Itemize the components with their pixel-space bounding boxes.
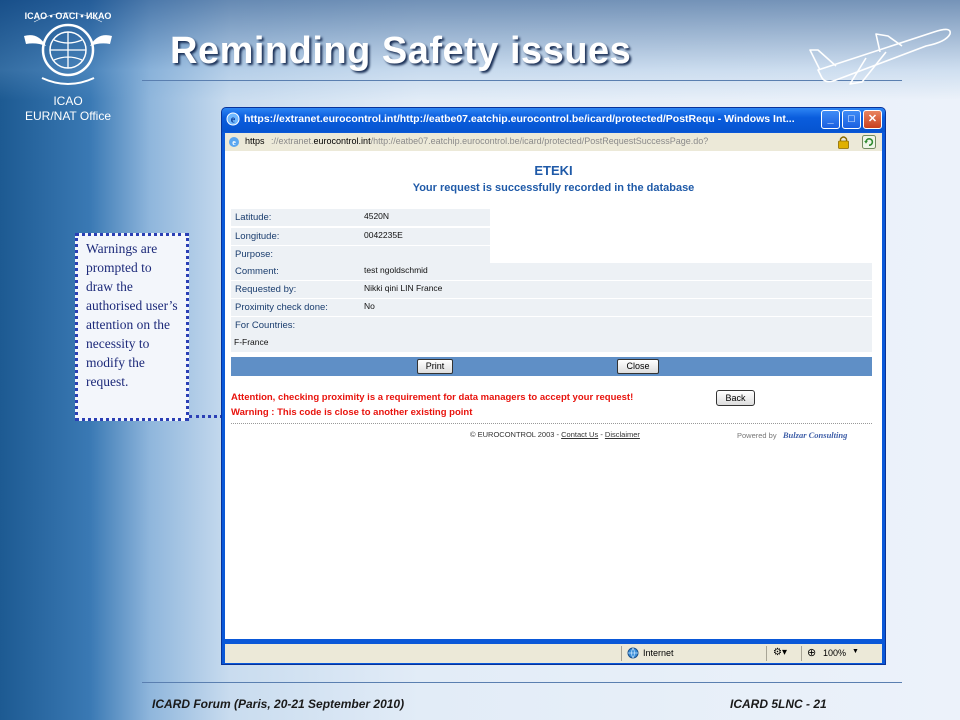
field-row-purpose: Purpose: <box>231 246 490 263</box>
print-button[interactable]: Print <box>417 359 453 374</box>
chevron-down-icon[interactable]: ▼ <box>852 648 859 655</box>
page-icon: e <box>229 137 239 147</box>
field-value: Nikki qini LIN France <box>364 283 443 293</box>
zone-label: Internet <box>643 648 674 658</box>
footer-divider <box>231 423 872 424</box>
field-row-comment: Comment: test ngoldschmid <box>231 263 872 280</box>
maximize-button[interactable]: □ <box>842 110 861 129</box>
address-bar[interactable]: e https ://extranet.eurocontrol.int/http… <box>225 133 882 151</box>
org-label: ICAO EUR/NAT Office <box>8 94 128 124</box>
powered-by-label: Powered by <box>737 431 777 440</box>
field-row-countries: For Countries: F-France <box>231 317 872 352</box>
minimize-button[interactable]: _ <box>821 110 840 129</box>
status-separator <box>621 646 622 661</box>
page-content: ETEKI Your request is successfully recor… <box>225 151 882 639</box>
globe-icon <box>627 647 639 659</box>
field-value: 0042235E <box>364 230 403 240</box>
field-row-proximity: Proximity check done: No <box>231 299 872 316</box>
warning-message: Warning : This code is close to another … <box>231 407 473 418</box>
warning-callout: Warnings are prompted to draw the author… <box>75 233 189 421</box>
field-label: Purpose: <box>235 249 274 260</box>
field-label: Comment: <box>235 266 279 277</box>
zoom-level[interactable]: 100% <box>823 648 846 658</box>
footer-divider-line <box>142 682 902 683</box>
field-value: F-France <box>234 337 269 347</box>
callout-connector <box>189 415 223 418</box>
field-row-requested-by: Requested by: Nikki qini LIN France <box>231 281 872 298</box>
field-label: Requested by: <box>235 284 297 295</box>
svg-text:e: e <box>231 115 236 126</box>
field-label: Latitude: <box>235 212 272 223</box>
close-window-button[interactable]: ✕ <box>863 110 882 129</box>
success-message: Your request is successfully recorded in… <box>412 182 695 194</box>
status-separator <box>801 646 802 661</box>
back-button[interactable]: Back <box>716 390 755 406</box>
powered-by-company[interactable]: Bulzar Consulting <box>783 430 848 440</box>
field-value: test ngoldschmid <box>364 265 428 275</box>
svg-text:e: e <box>232 138 236 147</box>
slide-footer-left: ICARD Forum (Paris, 20-21 September 2010… <box>152 697 405 711</box>
org-line-1: ICAO <box>53 94 83 108</box>
field-value: No <box>364 301 375 311</box>
copyright-text: © EUROCONTROL 2003 - <box>470 430 560 439</box>
title-divider <box>142 80 902 81</box>
page-heading: ETEKI <box>534 163 573 178</box>
button-bar: Print Close <box>231 357 872 376</box>
airplane-icon <box>809 28 951 85</box>
address-prefix: ://extranet. <box>271 136 314 146</box>
copyright-footer: © EUROCONTROL 2003 - Contact Us - Discla… <box>470 430 640 439</box>
refresh-icon[interactable] <box>862 135 876 149</box>
field-label: Longitude: <box>235 231 280 242</box>
tools-icon[interactable]: ⚙▾ <box>773 647 787 658</box>
status-bar: Internet ⚙▾ ⊕ 100% ▼ <box>225 644 882 663</box>
window-titlebar[interactable]: e https://extranet.eurocontrol.int/http:… <box>222 108 885 132</box>
ie-icon: e <box>226 112 240 126</box>
icao-logo: ICAO • OACI • ИКАО <box>24 11 112 85</box>
attention-message: Attention, checking proximity is a requi… <box>231 392 634 403</box>
status-separator <box>766 646 767 661</box>
zoom-icon[interactable]: ⊕ <box>807 646 816 659</box>
field-label: Proximity check done: <box>235 302 328 313</box>
powered-by: Powered by Bulzar Consulting <box>737 430 847 440</box>
slide-title: Reminding Safety issues <box>170 30 632 72</box>
field-label: For Countries: <box>235 320 296 331</box>
slide-footer-right: ICARD 5LNC - 21 <box>730 697 827 711</box>
contact-link[interactable]: Contact Us <box>561 430 598 439</box>
close-button[interactable]: Close <box>617 359 659 374</box>
window-title: https://extranet.eurocontrol.int/http://… <box>244 113 795 125</box>
disclaimer-link[interactable]: Disclaimer <box>605 430 640 439</box>
lock-icon[interactable] <box>837 135 850 149</box>
address-protocol: https <box>245 136 265 146</box>
address-url[interactable]: ://extranet.eurocontrol.int/http://eatbe… <box>271 136 708 146</box>
field-value: 4520N <box>364 211 390 221</box>
svg-text:ICAO • OACI • ИКАО: ICAO • OACI • ИКАО <box>25 11 112 21</box>
field-row-longitude: Longitude: 0042235E <box>231 228 490 245</box>
address-domain: eurocontrol.int <box>313 136 371 146</box>
browser-window: e https://extranet.eurocontrol.int/http:… <box>221 107 886 665</box>
field-row-latitude: Latitude: 4520N <box>231 209 490 226</box>
address-suffix: /http://eatbe07.eatchip.eurocontrol.be/i… <box>370 136 709 146</box>
org-line-2: EUR/NAT Office <box>24 109 112 123</box>
